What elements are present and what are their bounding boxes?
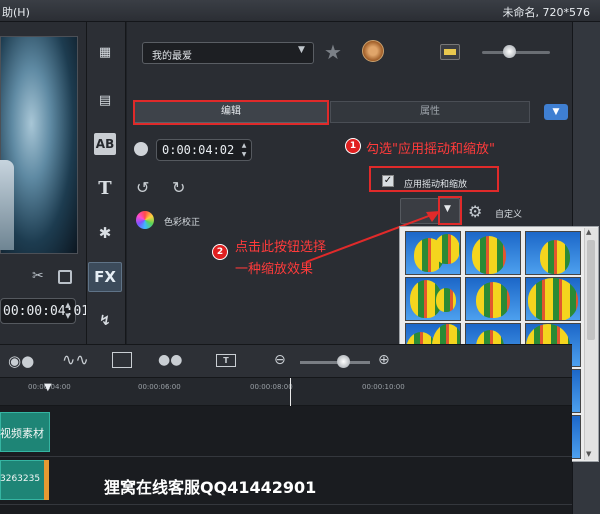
audio-icon[interactable]: ∿∿ <box>62 350 89 369</box>
preview-figure <box>0 160 14 250</box>
pan-zoom-label[interactable]: 应用摇动和缩放 <box>404 177 467 190</box>
instruction-note-1: 勾选"应用摇动和缩放" <box>366 142 495 157</box>
motion-path-icon[interactable]: ↯ <box>92 310 118 332</box>
color-correction-label[interactable]: 色彩校正 <box>164 215 200 228</box>
title-icon[interactable]: T <box>216 354 236 367</box>
film-icon[interactable] <box>112 352 132 368</box>
watermark-text: 狸窝在线客服QQ41442901 <box>104 478 317 497</box>
preset-thumbnail[interactable] <box>465 231 521 275</box>
thumbnail-size-slider-thumb[interactable] <box>503 45 516 58</box>
audio-clip-label: 3263235 <box>0 474 41 484</box>
zoom-out-icon[interactable]: ⊖ <box>274 352 286 368</box>
duration-timecode: 0:00:04:02 <box>162 143 235 157</box>
star-icon[interactable]: ★ <box>324 40 342 64</box>
step-badge-1: 1 <box>345 138 361 154</box>
graphics-tool-icon[interactable]: ✱ <box>92 222 118 244</box>
pan-zoom-checkbox[interactable]: ✓ <box>382 175 394 187</box>
preview-timecode: 00:00:04:01 <box>3 304 90 319</box>
expand-options-button[interactable]: ▼ <box>544 104 568 120</box>
preset-thumbnail[interactable] <box>405 231 461 275</box>
gear-icon[interactable]: ⚙ <box>468 202 482 221</box>
tab-attributes[interactable]: 属性 <box>330 101 530 123</box>
audio-clip-trim-handle[interactable] <box>44 460 49 500</box>
popup-scrollbar-thumb[interactable] <box>587 240 595 340</box>
playhead-marker[interactable]: ▼ <box>44 382 52 393</box>
reel-icon[interactable] <box>362 40 384 62</box>
menu-help[interactable]: 助(H) <box>2 4 30 20</box>
transition-tool-icon[interactable]: AB <box>94 133 116 155</box>
track-divider <box>0 456 572 457</box>
rotate-right-icon[interactable]: ↻ <box>172 178 185 197</box>
ruler-tick: 00:00:06:00 <box>138 383 181 391</box>
thumbnail-size-slider[interactable] <box>482 51 550 54</box>
track-divider <box>0 504 572 505</box>
highlight-edit-tab <box>133 100 329 125</box>
scroll-up-icon[interactable]: ▲ <box>586 228 591 236</box>
duration-spinner[interactable]: ▲ ▼ <box>238 141 250 159</box>
preset-thumbnail[interactable] <box>405 277 461 321</box>
rotate-left-icon[interactable]: ↺ <box>136 178 149 197</box>
step-badge-2: 2 <box>212 244 228 260</box>
overlay-icon[interactable]: ●● <box>158 352 182 368</box>
scroll-down-icon[interactable]: ▼ <box>586 450 591 458</box>
project-title: 未命名, 720*576 <box>502 6 590 19</box>
scissors-icon[interactable]: ✂ <box>32 268 44 284</box>
instant-project-icon[interactable]: ▤ <box>92 90 118 112</box>
clock-icon <box>134 142 148 156</box>
filter-tool-icon[interactable]: FX <box>88 262 122 292</box>
video-clip-label: 视频素材 <box>0 427 44 440</box>
media-tool-icon[interactable]: ▦ <box>92 42 118 64</box>
preset-thumbnail[interactable] <box>525 277 581 321</box>
ruler-tick: 00:00:10:00 <box>362 383 405 391</box>
title-tool-icon[interactable]: T <box>92 178 118 200</box>
record-icon[interactable]: ◉● <box>8 352 36 370</box>
ruler-tick: 00:00:08:00 <box>250 383 293 391</box>
copy-icon[interactable] <box>58 270 72 284</box>
preset-thumbnail[interactable] <box>465 277 521 321</box>
chevron-down-icon[interactable]: ▼ <box>298 45 305 55</box>
preview-timecode-spinner[interactable]: ▲ ▼ <box>62 300 74 322</box>
custom-button-label[interactable]: 自定义 <box>495 207 522 220</box>
zoom-in-icon[interactable]: ⊕ <box>378 352 390 368</box>
preset-thumbnail[interactable] <box>525 231 581 275</box>
preset-select-value: 我的最爱 <box>152 51 192 62</box>
color-wheel-icon[interactable] <box>136 211 154 229</box>
display-icon <box>444 49 456 55</box>
timeline-zoom-slider[interactable] <box>300 361 370 364</box>
timeline-zoom-slider-thumb[interactable] <box>337 355 350 368</box>
